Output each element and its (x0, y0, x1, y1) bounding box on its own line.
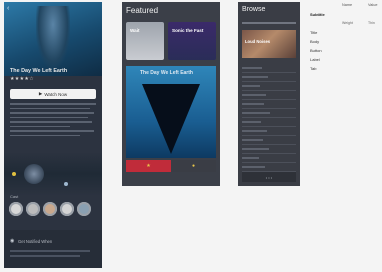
featured-card-title: Sonic the Fast (172, 28, 204, 33)
browse-list (242, 64, 296, 172)
avatar[interactable] (43, 202, 57, 216)
list-item[interactable] (242, 118, 296, 127)
related-cluster (4, 152, 102, 196)
property-name[interactable]: Subtitle (310, 12, 325, 17)
avatar[interactable] (9, 202, 23, 216)
avatar[interactable] (26, 202, 40, 216)
list-item[interactable] (242, 145, 296, 154)
banner-title: Loud Noises (245, 39, 271, 44)
featured-card[interactable]: Sonic the Fast (168, 22, 216, 60)
featured-card[interactable]: Wait (126, 22, 164, 60)
star-icon: ★ (146, 163, 151, 169)
browse-header: Browse (242, 6, 266, 13)
style-option[interactable]: Button (310, 48, 322, 53)
list-item[interactable] (242, 163, 296, 172)
detail-screen: ‹ The Day We Left Earth ★★★★☆ ▶ Watch No… (4, 2, 102, 268)
watch-button[interactable]: ▶ Watch Now (10, 89, 96, 99)
featured-tab-bar: ★ ● (126, 160, 216, 172)
browse-banner[interactable]: Loud Noises (242, 30, 296, 58)
style-option[interactable]: Title (310, 30, 317, 35)
featured-screen: Featured Wait Sonic the Fast The Day We … (122, 2, 220, 186)
browse-screen: Browse Loud Noises • • • (238, 2, 300, 186)
browse-bottom-bar[interactable]: • • • (242, 172, 296, 182)
list-item[interactable] (242, 91, 296, 100)
weight-label: Weight (342, 21, 353, 25)
notify-section: ◉ Get Notified When (4, 230, 102, 268)
detail-hero-image (4, 2, 102, 76)
list-item[interactable] (242, 136, 296, 145)
list-item[interactable] (242, 127, 296, 136)
list-item[interactable] (242, 154, 296, 163)
notify-label: Get Notified When (18, 239, 53, 244)
back-icon[interactable]: ‹ (7, 5, 9, 12)
list-item[interactable] (242, 73, 296, 82)
list-item[interactable] (242, 64, 296, 73)
featured-hero-title: The Day We Left Earth (140, 70, 193, 76)
cast-list (9, 202, 91, 216)
hero-figure (36, 6, 70, 68)
properties-panel: Name Value Subtitle Weight Thin Title Bo… (310, 2, 382, 82)
panel-header-name: Name (342, 3, 353, 7)
featured-hero[interactable]: The Day We Left Earth (126, 66, 216, 158)
cluster-dot (12, 172, 16, 176)
cluster-node (24, 164, 44, 184)
list-item[interactable] (242, 82, 296, 91)
tab-home[interactable]: ★ (126, 160, 171, 172)
avatar[interactable] (60, 202, 74, 216)
hero-artwork (142, 84, 200, 154)
style-option[interactable]: Body (310, 39, 319, 44)
list-item[interactable] (242, 109, 296, 118)
bell-icon[interactable]: ◉ (10, 238, 14, 244)
cluster-dot (64, 182, 68, 186)
panel-header-value: Value (368, 3, 378, 7)
design-canvas: ‹ The Day We Left Earth ★★★★☆ ▶ Watch No… (0, 0, 382, 272)
dot-icon: ● (191, 163, 196, 169)
weight-value[interactable]: Thin (368, 21, 375, 25)
play-icon: ▶ (38, 91, 43, 96)
description-text (10, 103, 96, 139)
style-option[interactable]: Label (310, 57, 320, 62)
movie-title: The Day We Left Earth (10, 68, 68, 74)
style-option[interactable]: Tab (310, 66, 316, 71)
tab-browse[interactable]: ● (171, 160, 216, 172)
featured-header: Featured (126, 6, 159, 15)
cast-section-label: Cast (10, 194, 19, 199)
dots-icon: • • • (265, 174, 273, 180)
list-item[interactable] (242, 100, 296, 109)
avatar[interactable] (77, 202, 91, 216)
watch-button-label: Watch Now (44, 91, 68, 97)
divider (242, 22, 296, 24)
featured-card-title: Wait (130, 28, 140, 33)
rating-stars: ★★★★☆ (10, 76, 34, 82)
